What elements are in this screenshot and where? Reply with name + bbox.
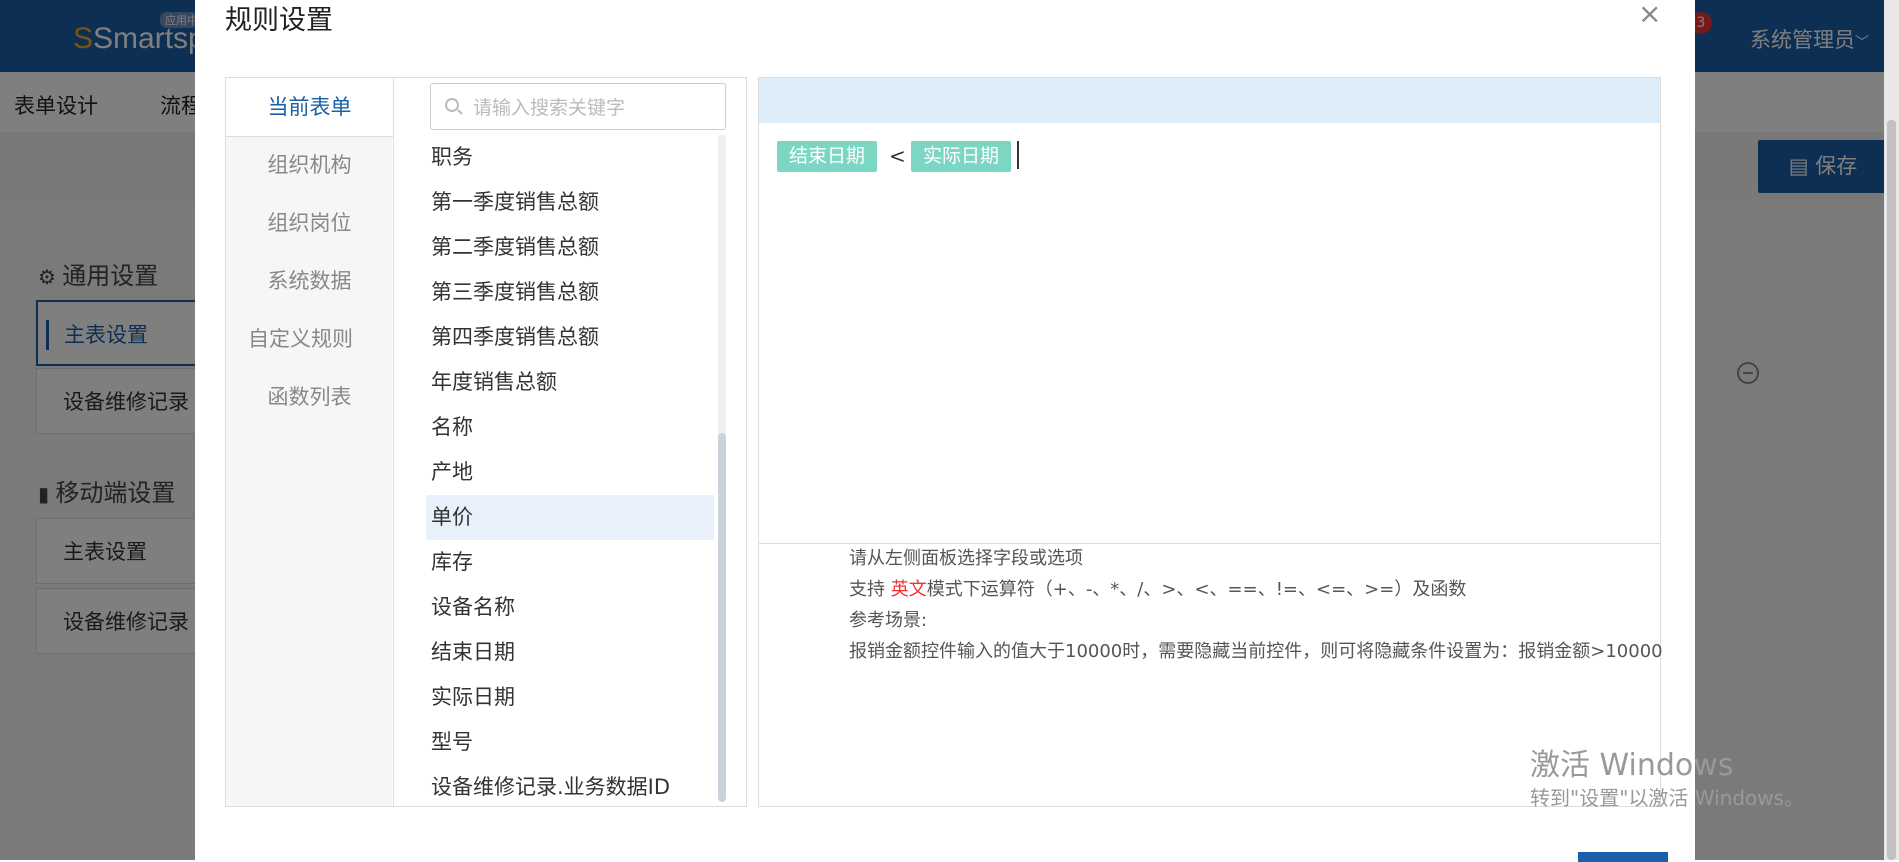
list-item[interactable]: 设备维修记录.业务数据ID [426,765,714,805]
search-box[interactable] [430,83,726,130]
editor-header [759,78,1660,123]
expression-operator: < [889,144,906,168]
list-item[interactable]: 实际日期 [426,675,714,720]
search-icon [445,98,459,112]
tab-custom-rules[interactable]: 自定义规则 [226,310,393,368]
close-icon[interactable]: × [1638,0,1661,28]
tab-org-position[interactable]: 组织岗位 [226,194,393,252]
search-input[interactable] [471,92,715,124]
source-tabs: 当前表单 组织机构 组织岗位 系统数据 自定义规则 函数列表 [226,78,394,806]
list-scrollbar-thumb[interactable] [718,433,726,802]
list-item[interactable]: 第三季度销售总额 [426,270,714,315]
tab-current-form[interactable]: 当前表单 [226,78,393,137]
list-item[interactable]: 名称 [426,405,714,450]
list-item[interactable]: 职务 [426,135,714,180]
text-caret [1017,141,1019,169]
expression-editor[interactable]: 结束日期 < 实际日期 [759,123,1660,544]
list-item[interactable]: 第一季度销售总额 [426,180,714,225]
list-item-selected[interactable]: 单价 [426,495,714,540]
help-line-2-prefix: 支持 [849,579,891,600]
field-list: 职务 第一季度销售总额 第二季度销售总额 第三季度销售总额 第四季度销售总额 年… [426,135,714,805]
list-item[interactable]: 型号 [426,720,714,765]
tab-organization[interactable]: 组织机构 [226,136,393,194]
list-item[interactable]: 设备名称 [426,585,714,630]
expression-panel: 结束日期 < 实际日期 请从左侧面板选择字段或选项 支持 英文模式下运算符（+、… [758,77,1663,807]
help-line-3: 参考场景: [849,610,928,631]
dialog-title: 规则设置 [225,5,333,36]
list-item[interactable]: 库存 [426,540,714,585]
dialog-confirm-button[interactable] [1578,852,1668,862]
field-selector-panel: 当前表单 组织机构 组织岗位 系统数据 自定义规则 函数列表 职务 第一季度销售… [225,77,747,807]
page-scrollbar-thumb[interactable] [1887,120,1896,860]
list-item[interactable]: 第二季度销售总额 [426,225,714,270]
list-item[interactable]: 第四季度销售总额 [426,315,714,360]
tab-system-data[interactable]: 系统数据 [226,252,393,310]
help-line-4: 报销金额控件输入的值大于10000时，需要隐藏当前控件，则可将隐藏条件设置为：报… [849,641,1663,662]
windows-watermark: 激活 Windows [1530,748,1734,783]
windows-watermark-sub: 转到"设置"以激活 Windows。 [1530,786,1805,810]
list-item[interactable]: 结束日期 [426,630,714,675]
list-item[interactable]: 产地 [426,450,714,495]
rule-settings-dialog: 规则设置 × 当前表单 组织机构 组织岗位 系统数据 自定义规则 函数列表 职务… [195,0,1695,860]
help-line-1: 请从左侧面板选择字段或选项 [849,548,1083,569]
help-line-2-suffix: 模式下运算符（+、-、*、/、>、<、==、!=、<=、>=）及函数 [926,579,1467,600]
expression-token-end-date[interactable]: 结束日期 [777,141,878,172]
help-text: 请从左侧面板选择字段或选项 支持 英文模式下运算符（+、-、*、/、>、<、==… [849,543,1663,667]
help-highlight: 英文 [890,579,927,600]
help-line-2: 支持 英文模式下运算符（+、-、*、/、>、<、==、!=、<=、>=）及函数 [849,574,1649,605]
tab-function-list[interactable]: 函数列表 [226,368,393,426]
expression-token-actual-date[interactable]: 实际日期 [911,141,1012,172]
list-item[interactable]: 年度销售总额 [426,360,714,405]
